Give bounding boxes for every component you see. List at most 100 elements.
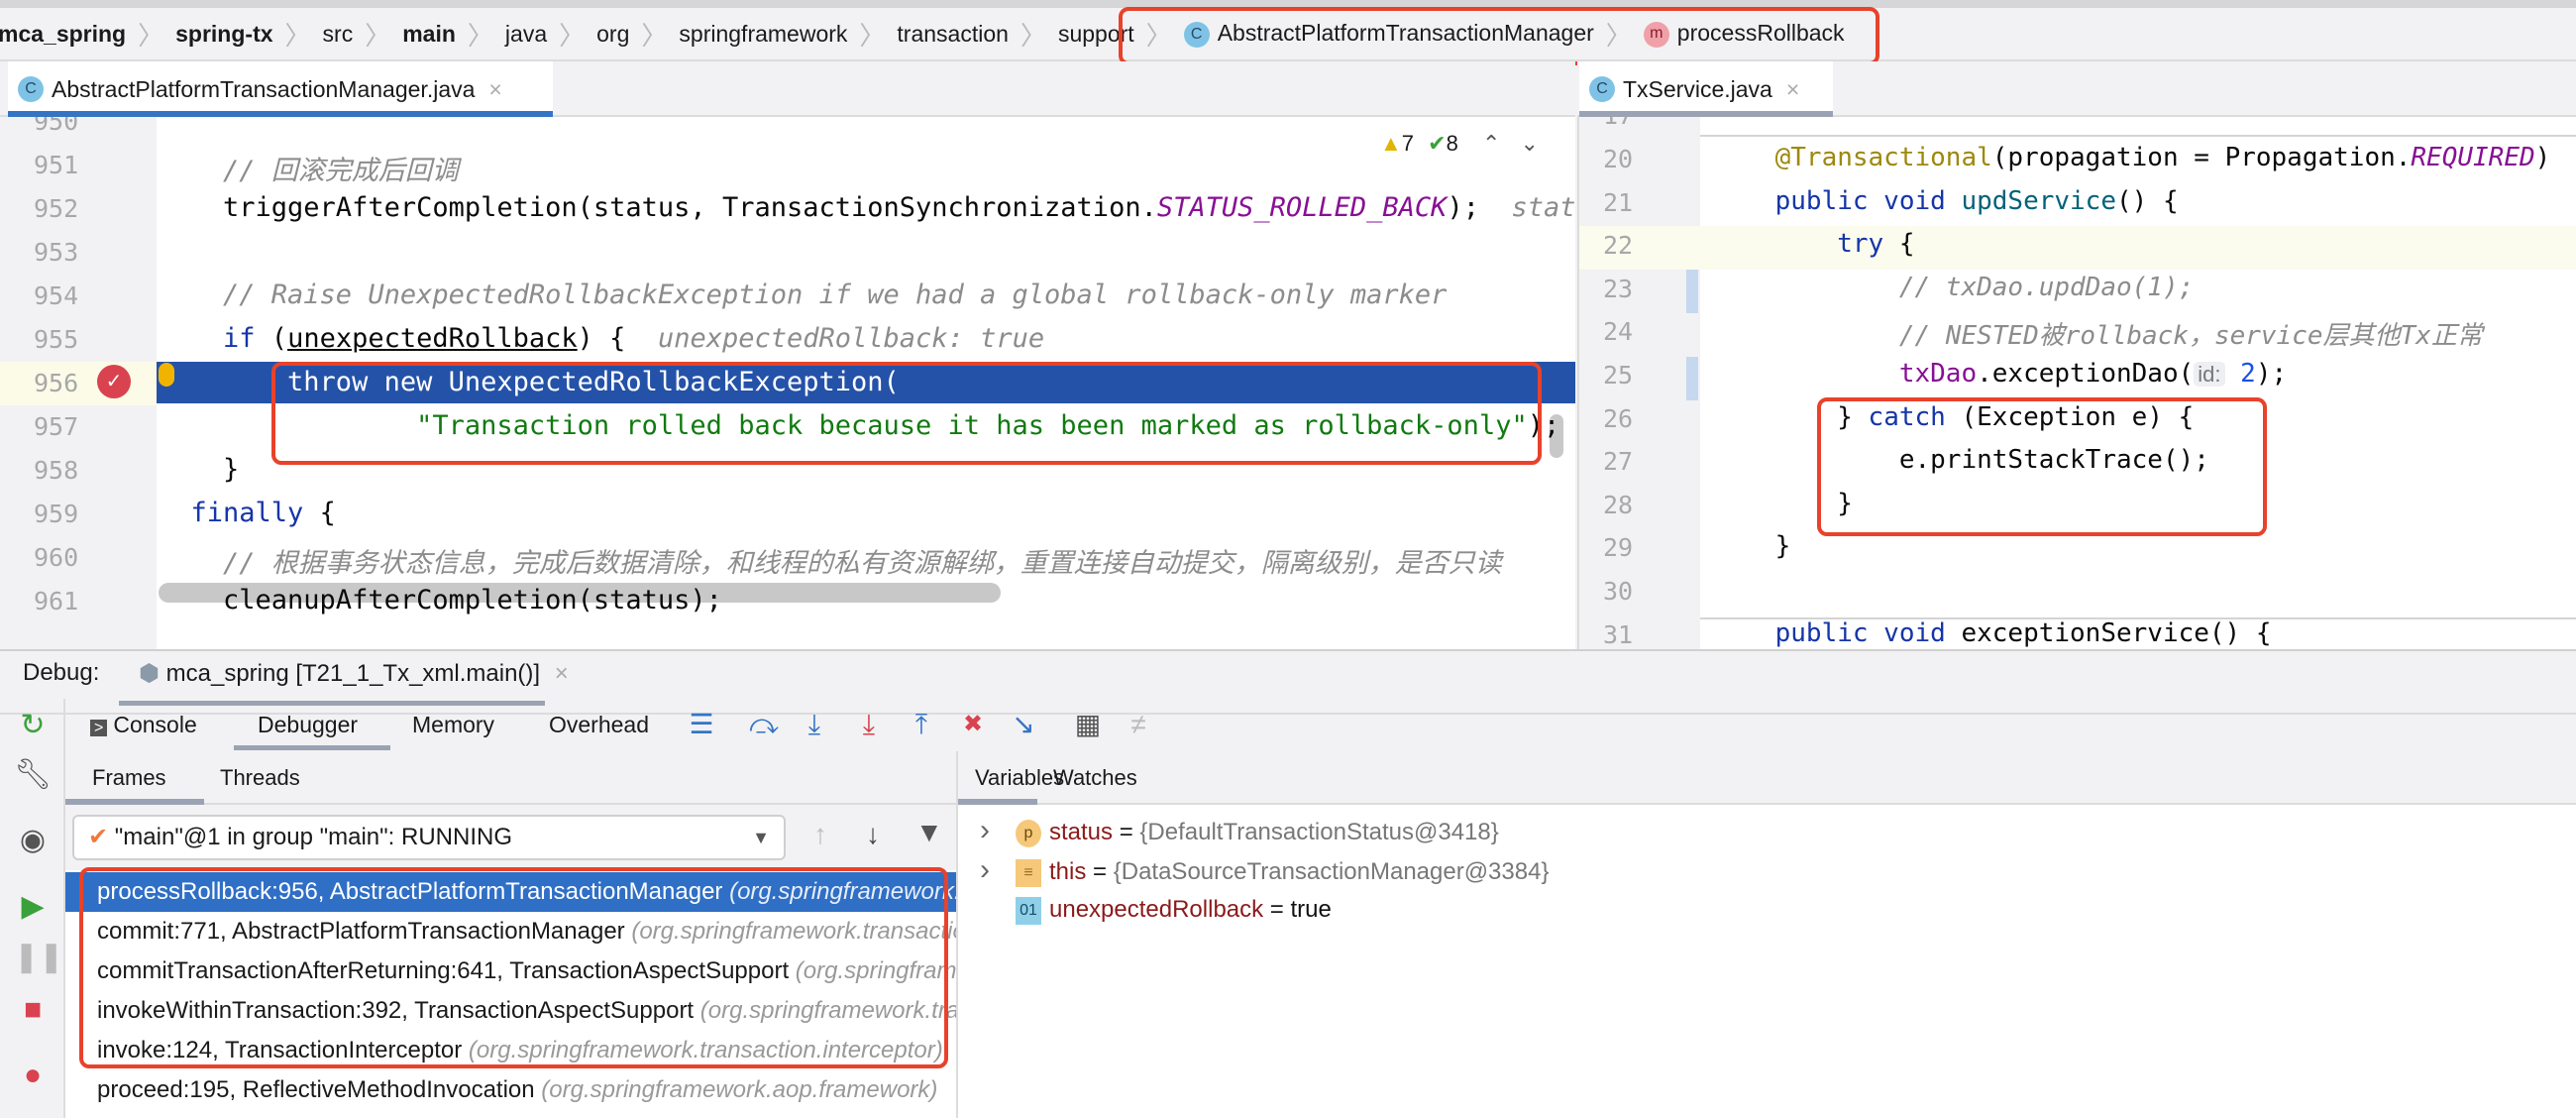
variable-equals: = <box>1263 896 1291 923</box>
expand-chevron-icon[interactable]: › <box>980 850 1016 890</box>
breadcrumb-item[interactable]: src <box>311 21 366 48</box>
variable-value: true <box>1290 896 1332 923</box>
close-icon[interactable]: × <box>1786 76 1799 103</box>
line-number: 23 <box>1603 274 1634 303</box>
session-tab-indicator <box>119 701 545 706</box>
close-icon[interactable]: × <box>555 660 569 687</box>
frames-tabbar <box>65 751 956 805</box>
tab-txservice[interactable]: C TxService.java × <box>1579 61 1833 117</box>
expand-chevron-icon[interactable]: › <box>980 811 1016 850</box>
code-token: statu <box>1511 192 1575 223</box>
thread-selector[interactable]: ✔ "main"@1 in group "main": RUNNING ▼ <box>72 815 786 860</box>
resume-icon[interactable]: ▶ <box>14 888 52 926</box>
code-line: // 回滚完成后回调 <box>159 149 459 187</box>
code-token: @Transactional <box>1713 143 1992 172</box>
variable-value: {DefaultTransactionStatus@3418} <box>1139 819 1499 845</box>
breadcrumb-item[interactable]: org <box>585 21 641 48</box>
breadcrumb-item[interactable]: mca_spring <box>0 21 138 48</box>
previous-frame-icon[interactable]: ↑ <box>813 819 827 850</box>
evaluate-expression-icon[interactable]: ▦ <box>1068 705 1108 744</box>
filter-icon[interactable]: ▼ <box>915 817 943 848</box>
chevron-right-icon: 〉 <box>1020 20 1046 51</box>
chevron-down-icon: ▼ <box>752 828 770 847</box>
breakpoint-icon[interactable]: ✓ <box>97 365 131 398</box>
breadcrumb-item[interactable]: transaction <box>885 21 1020 48</box>
code-token: { <box>303 498 336 528</box>
tab-variables[interactable]: Variables <box>975 765 1064 791</box>
code-token: ( <box>255 323 288 354</box>
step-into-icon[interactable]: ⤓ <box>795 705 834 744</box>
right-code-editor[interactable]: 17 20 @Transactional(propagation = Propag… <box>1577 117 2576 649</box>
chevron-right-icon: 〉 <box>859 20 886 51</box>
tab-memory[interactable]: Memory <box>412 712 494 738</box>
annotation-box-frames <box>79 867 948 1068</box>
code-token: public void <box>1713 185 1962 216</box>
code-line: cleanupAfterCompletion(status); <box>159 585 722 615</box>
line-number: 951 <box>34 151 79 179</box>
code-token: ) { <box>577 323 626 354</box>
tab-watches[interactable]: Watches <box>1053 765 1137 791</box>
tab-abstract-platform-transaction-manager[interactable]: C AbstractPlatformTransactionManager.jav… <box>8 61 553 117</box>
thread-selector-value: "main"@1 in group "main": RUNNING <box>114 824 513 850</box>
step-out-icon[interactable]: ⤒ <box>902 705 941 744</box>
trace-stream-icon[interactable]: ≠ <box>1119 705 1158 744</box>
code-token: .exceptionDao( <box>1977 359 2195 389</box>
next-highlight-icon[interactable]: ⌄ <box>1521 131 1539 156</box>
code-token: unexpectedRollback: true <box>625 323 1045 354</box>
run-to-cursor-icon[interactable]: ↘ <box>1004 705 1043 744</box>
line-number: 31 <box>1603 620 1634 649</box>
breadcrumb-item[interactable]: spring-tx <box>163 21 284 48</box>
force-step-into-icon[interactable]: ⤓ <box>849 705 889 744</box>
tab-console[interactable]: > Console <box>90 712 197 738</box>
tab-label: TxService.java <box>1623 75 1772 102</box>
stop-icon[interactable]: ■ <box>14 991 52 1029</box>
previous-highlight-icon[interactable]: ⌃ <box>1482 131 1500 156</box>
variable-name: unexpectedRollback <box>1049 896 1264 923</box>
line-number: 960 <box>34 543 79 572</box>
mute-breakpoints-icon[interactable]: ● <box>14 1057 52 1094</box>
code-token: id: <box>2194 362 2225 387</box>
tab-label: Console <box>113 712 197 737</box>
code-line: if (unexpectedRollback) { unexpectedRoll… <box>159 323 1044 354</box>
stack-frame[interactable]: proceed:195, ReflectiveMethodInvocation … <box>65 1070 956 1110</box>
pause-icon[interactable]: ❚❚ <box>14 939 63 976</box>
line-number: 953 <box>34 238 79 267</box>
tab-threads[interactable]: Threads <box>220 765 300 791</box>
chevron-right-icon: 〉 <box>559 20 586 51</box>
view-breakpoints-eye-icon[interactable]: ◉ <box>14 822 52 859</box>
wrench-icon[interactable]: 🔧︎ <box>14 756 52 794</box>
right-editor-tabbar: C TxService.java × <box>1577 61 2576 117</box>
tab-overhead[interactable]: Overhead <box>549 712 649 738</box>
variable-row[interactable]: › ≡ this = {DataSourceTransactionManager@3… <box>980 850 1549 890</box>
breadcrumb-item[interactable]: java <box>493 21 559 48</box>
variable-name: status <box>1049 819 1114 845</box>
variable-row[interactable]: › p status = {DefaultTransactionStatus@341… <box>980 811 1499 850</box>
code-line: // txDao.updDao(1); <box>1713 273 2194 302</box>
step-over-icon[interactable]: ⤼ <box>744 705 784 744</box>
show-execution-point-icon[interactable]: ☰ <box>682 705 721 744</box>
breadcrumb-item[interactable]: springframework <box>667 21 859 48</box>
variables-panel: Variables Watches › p status = {DefaultTra… <box>956 751 2576 1118</box>
variable-name: this <box>1049 858 1087 885</box>
line-number: 961 <box>34 587 79 615</box>
breadcrumb-item[interactable]: main <box>390 21 468 48</box>
variable-type-icon: 01 <box>1016 896 1041 925</box>
debug-session-tab[interactable]: ⬢ mca_spring [T21_1_Tx_xml.main()] × <box>139 659 569 688</box>
class-icon: C <box>1589 76 1615 102</box>
code-token: updService <box>1961 185 2116 216</box>
rerun-icon[interactable]: ↻ <box>14 707 52 744</box>
debug-side-toolbar: ↻ 🔧︎ ◉ ▶ ❚❚ ■ ● <box>0 699 65 1118</box>
left-editor-tabbar: C AbstractPlatformTransactionManager.jav… <box>0 61 1575 117</box>
variable-type-icon: ≡ <box>1016 858 1041 887</box>
variable-row[interactable]: 01 unexpectedRollback = true <box>980 890 1332 930</box>
drop-frame-icon[interactable]: ✖ <box>953 705 993 744</box>
warning-count: 7 <box>1401 131 1415 156</box>
close-icon[interactable]: × <box>488 76 501 103</box>
line-number: 27 <box>1603 447 1634 477</box>
line-number: 28 <box>1603 490 1634 519</box>
tab-debugger[interactable]: Debugger <box>258 712 358 738</box>
code-token: } <box>159 454 240 485</box>
next-frame-icon[interactable]: ↓ <box>866 819 880 850</box>
inspection-widget[interactable]: ▲7 ✔8 ⌃ ⌄ <box>1380 131 1539 157</box>
tab-frames[interactable]: Frames <box>92 765 166 791</box>
